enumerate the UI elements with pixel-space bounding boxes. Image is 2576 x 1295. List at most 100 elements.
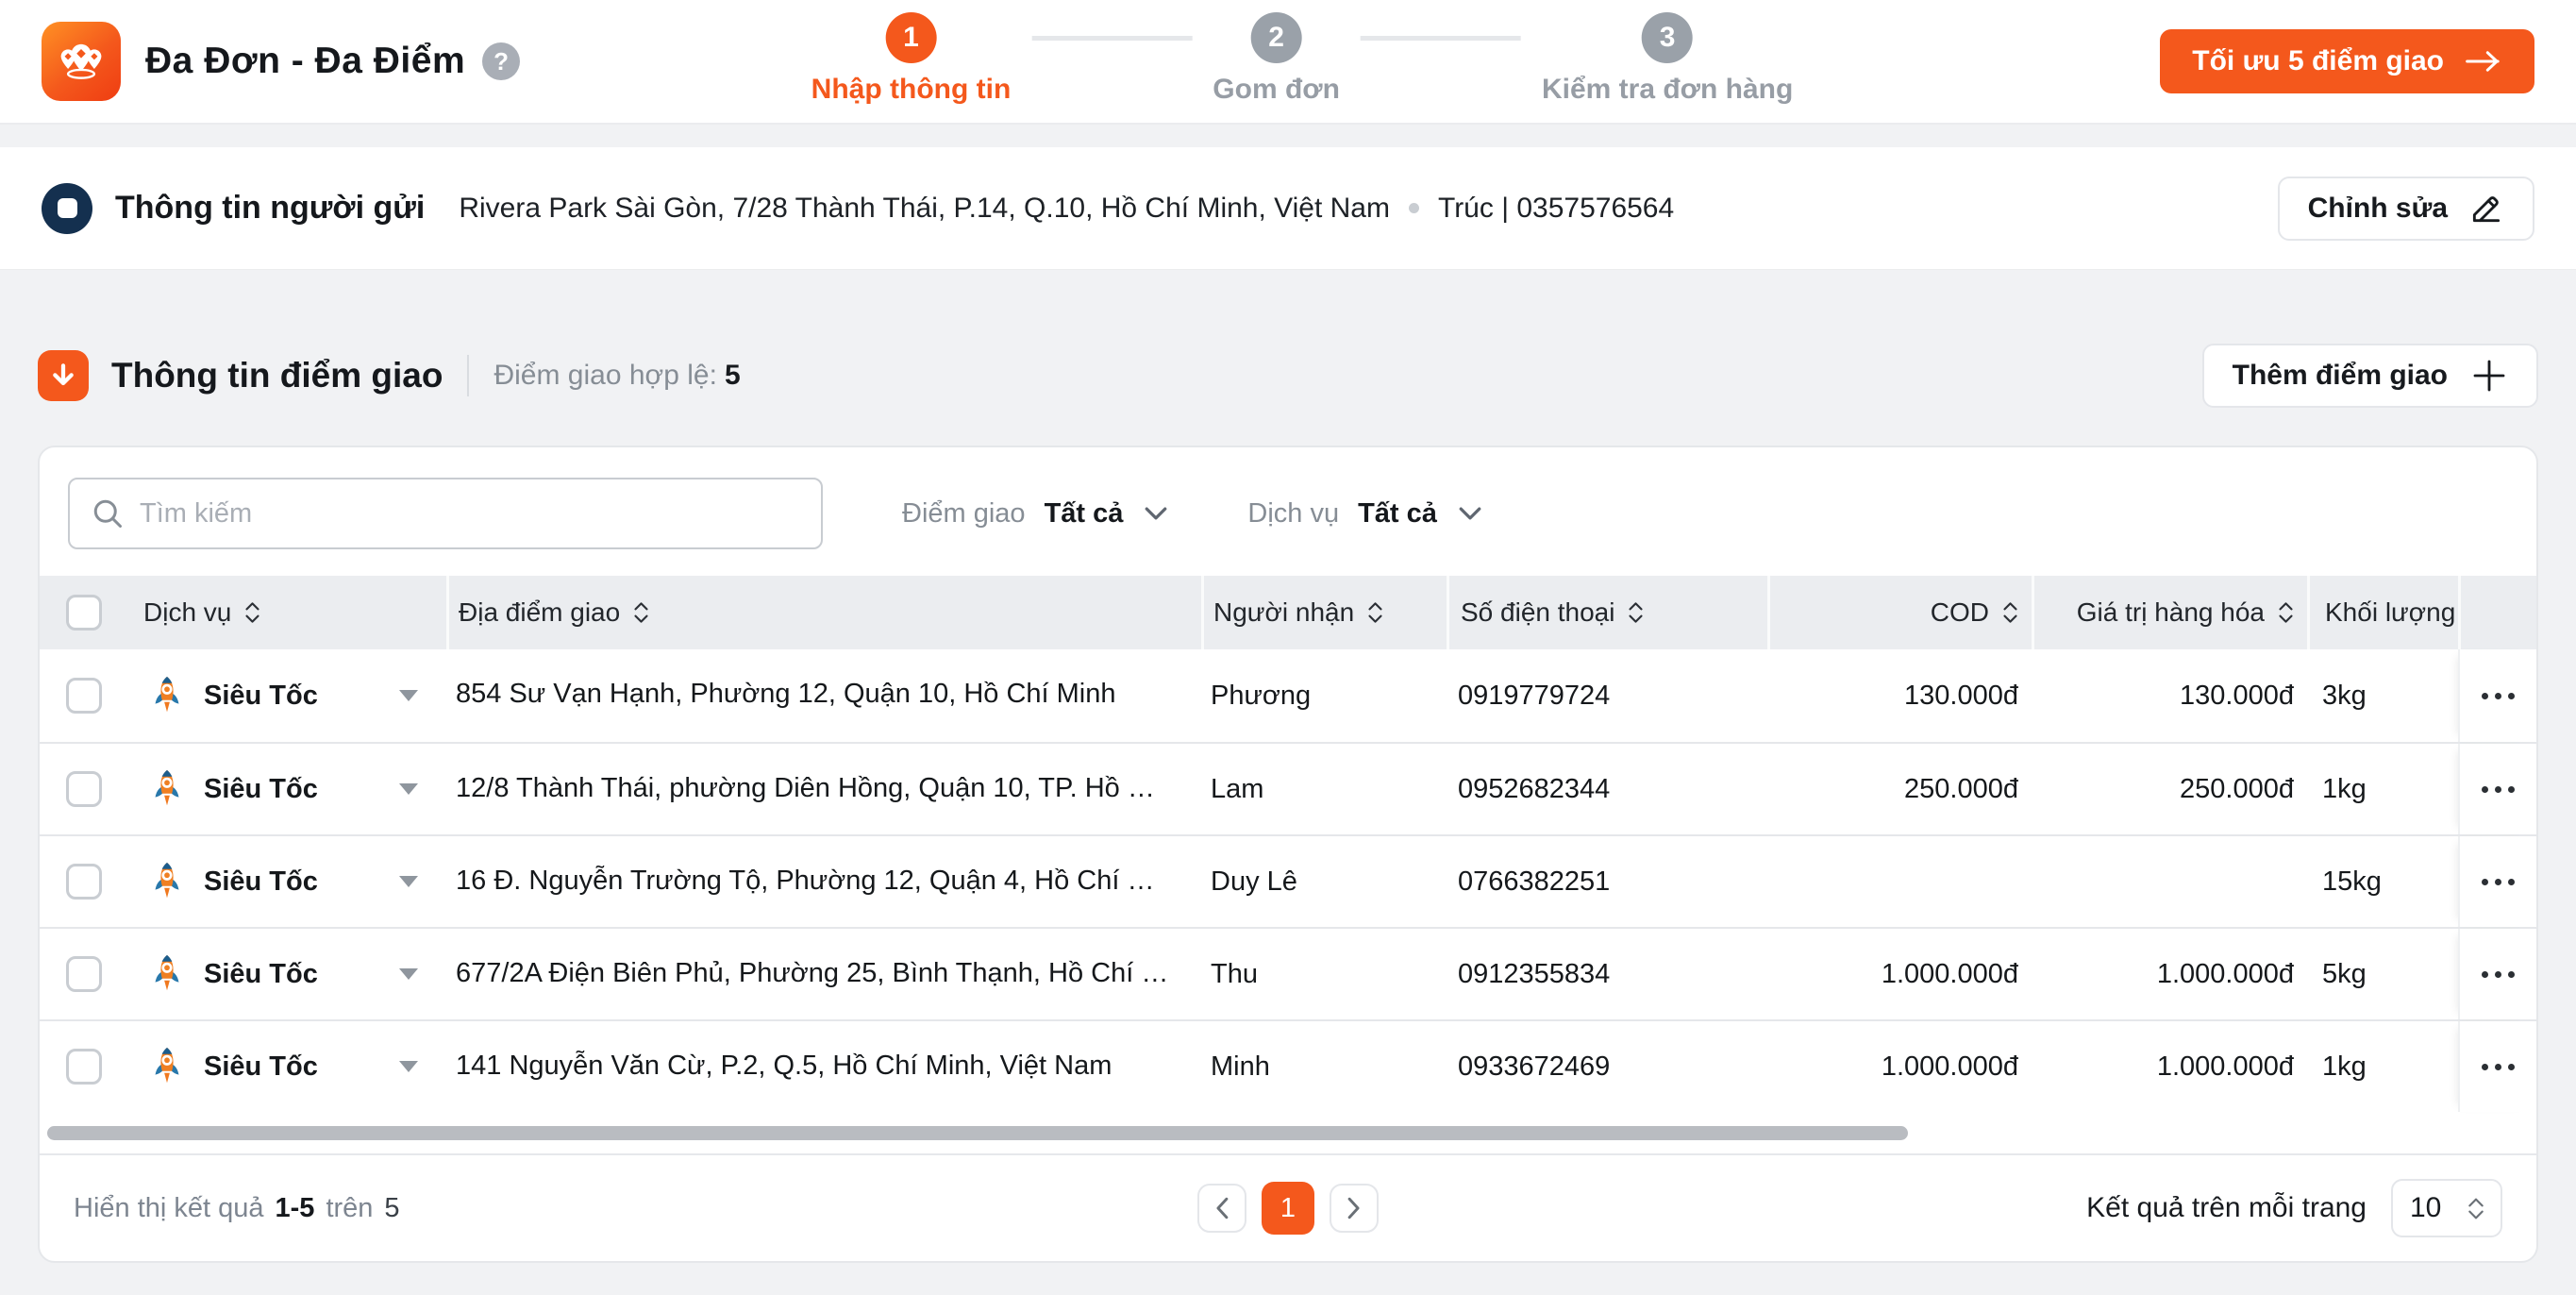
help-icon[interactable]: ? [482,42,521,80]
arrow-right-icon [2465,49,2502,74]
page-title: Đa Đơn - Đa Điểm [145,41,466,81]
edit-button-label: Chỉnh sửa [2307,192,2448,224]
service-name: Siêu Tốc [204,773,318,804]
chevron-down-icon[interactable] [399,690,418,701]
point-filter-value: Tất cả [1044,497,1124,529]
next-page-button[interactable] [1330,1184,1379,1233]
sender-contact: Trúc | 0357576564 [1437,192,1675,224]
step-2[interactable]: 2 Gom đơn [1213,12,1340,106]
more-options-button[interactable] [2472,777,2524,802]
row-checkbox[interactable] [66,1049,102,1085]
delivery-points-panel: Điểm giao Tất cả Dịch vụ Tất cả Dịch vụ [38,446,2538,1263]
search-input[interactable] [140,497,800,530]
current-page-button[interactable]: 1 [1262,1182,1314,1235]
rocket-icon [145,767,189,811]
delivery-address: 854 Sư Vạn Hạnh, Phường 12, Quận 10, Hồ … [456,679,1116,709]
chevron-down-icon[interactable] [399,876,418,887]
row-checkbox[interactable] [66,864,102,900]
goods-value: 1.000.000đ [2156,958,2294,989]
sort-icon [2279,602,2293,623]
column-service[interactable]: Dịch vụ [113,576,446,649]
table-header: Dịch vụ Địa điểm giao Người nhận Số điện… [40,576,2536,649]
phone-number: 0912355834 [1458,958,1611,989]
sender-info-bar: Thông tin người gửi Rivera Park Sài Gòn,… [0,147,2576,270]
table-row: Siêu Tốc 16 Đ. Nguyễn Trường Tộ, Phường … [40,834,2536,927]
chevron-left-icon [1216,1197,1229,1219]
more-options-button[interactable] [2472,683,2524,709]
delivery-address: 12/8 Thành Thái, phường Diên Hồng, Quận … [456,773,1201,803]
plus-icon [2470,357,2508,395]
sender-icon [42,182,92,234]
row-checkbox[interactable] [66,678,102,714]
rocket-icon [145,952,189,996]
optimize-button-label: Tối ưu 5 điểm giao [2192,45,2444,76]
horizontal-scrollbar-track [40,1112,2536,1153]
chevron-down-icon[interactable] [399,783,418,795]
service-filter[interactable]: Dịch vụ Tất cả [1247,498,1482,530]
down-arrow-icon [38,350,89,401]
divider [467,355,470,396]
goods-value: 1.000.000đ [2156,1051,2294,1082]
main-content: Thông tin điểm giao Điểm giao hợp lệ: 5 T… [0,344,2576,1263]
sort-icon [1368,602,1382,623]
rocket-icon [145,674,189,717]
step-3-number: 3 [1642,12,1694,63]
cod-amount: 250.000đ [1904,773,2018,804]
point-filter-label: Điểm giao [902,497,1026,529]
pencil-icon [2468,191,2504,227]
valid-points-label: Điểm giao hợp lệ: 5 [493,360,741,391]
table-footer: Hiển thị kết quả 1-5 trên 5 1 Kết quả tr… [40,1153,2536,1261]
wizard-stepper: 1 Nhập thông tin 2 Gom đơn 3 Kiểm tra đơ… [811,12,1793,106]
optimize-button[interactable]: Tối ưu 5 điểm giao [2160,29,2534,93]
column-cod[interactable]: COD [1767,576,2032,649]
column-phone[interactable]: Số điện thoại [1447,576,1767,649]
cod-amount [1767,836,2032,927]
column-goods-value[interactable]: Giá trị hàng hóa [2032,576,2307,649]
add-delivery-point-button[interactable]: Thêm điểm giao [2201,344,2538,408]
phone-number: 0952682344 [1458,773,1611,804]
table-row: Siêu Tốc 677/2A Điện Biên Phủ, Phường 25… [40,927,2536,1019]
delivery-address: 16 Đ. Nguyễn Trường Tộ, Phường 12, Quận … [456,866,1187,896]
service-name: Siêu Tốc [204,680,318,711]
point-filter[interactable]: Điểm giao Tất cả [902,498,1168,530]
recipient-name: Lam [1211,773,1264,804]
step-3[interactable]: 3 Kiểm tra đơn hàng [1542,12,1793,106]
table-row: Siêu Tốc 141 Nguyễn Văn Cừ, P.2, Q.5, Hồ… [40,1019,2536,1112]
more-options-button[interactable] [2472,962,2524,987]
recipient-name: Phương [1211,680,1312,711]
per-page-select[interactable]: 10 [2391,1179,2502,1237]
goods-value: 130.000đ [2180,680,2294,711]
recipient-name: Minh [1211,1051,1270,1082]
sender-address: Rivera Park Sài Gòn, 7/28 Thành Thái, P.… [459,192,1390,224]
add-button-label: Thêm điểm giao [2232,360,2448,391]
top-bar: Đa Đơn - Đa Điểm ? 1 Nhập thông tin 2 Go… [0,0,2576,125]
per-page-value: 10 [2410,1192,2442,1223]
horizontal-scrollbar-thumb[interactable] [47,1125,1908,1140]
rocket-icon [145,860,189,903]
step-2-label: Gom đơn [1213,74,1340,105]
column-actions [2458,576,2536,649]
sender-title: Thông tin người gửi [115,190,426,226]
more-options-button[interactable] [2472,1054,2524,1080]
step-1[interactable]: 1 Nhập thông tin [811,12,1011,106]
step-2-number: 2 [1250,12,1302,63]
select-all-checkbox[interactable] [66,595,102,631]
chevron-down-icon[interactable] [399,968,418,980]
column-weight: Khối lượng [2307,576,2458,649]
weight-value: 3kg [2322,680,2367,711]
step-1-number: 1 [885,12,937,63]
more-options-button[interactable] [2472,869,2524,895]
filter-toolbar: Điểm giao Tất cả Dịch vụ Tất cả [40,447,2536,576]
service-filter-value: Tất cả [1358,497,1437,529]
chevron-down-icon[interactable] [399,1061,418,1072]
row-checkbox[interactable] [66,771,102,807]
goods-value [2032,836,2307,927]
column-address[interactable]: Địa điểm giao [446,576,1201,649]
previous-page-button[interactable] [1197,1184,1246,1233]
per-page-control: Kết quả trên mỗi trang 10 [2086,1179,2502,1237]
column-recipient[interactable]: Người nhận [1201,576,1447,649]
recipient-name: Duy Lê [1211,866,1297,897]
service-filter-label: Dịch vụ [1247,497,1340,529]
row-checkbox[interactable] [66,956,102,992]
edit-sender-button[interactable]: Chỉnh sửa [2277,176,2534,241]
